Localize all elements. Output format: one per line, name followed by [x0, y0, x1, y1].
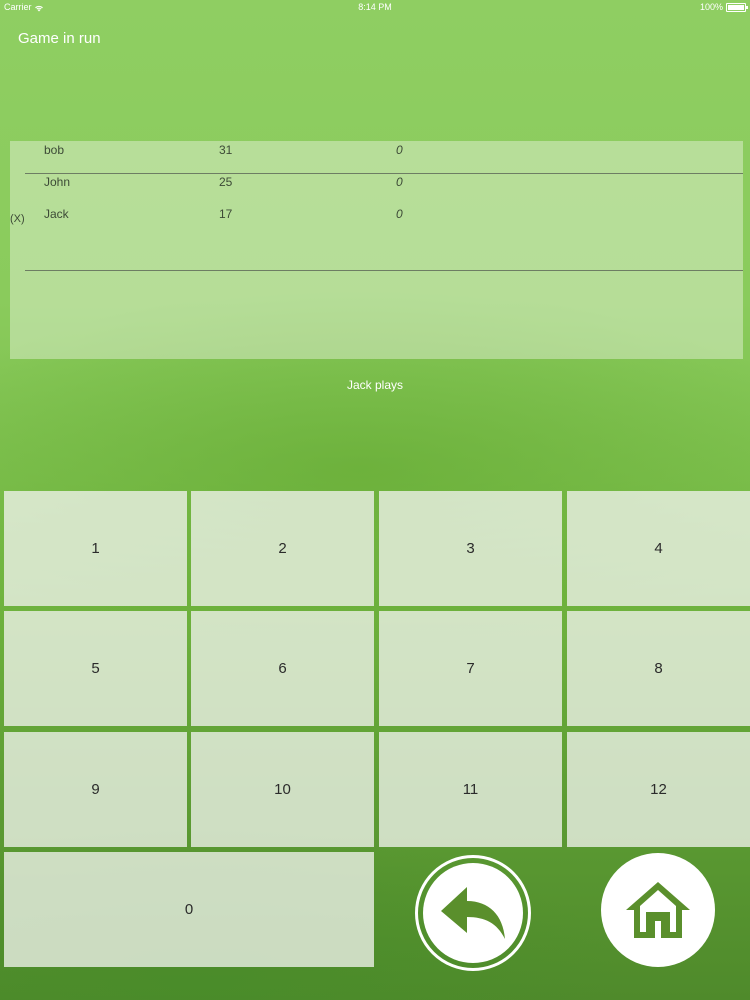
player-name: Jack [44, 207, 69, 221]
clock: 8:14 PM [358, 2, 392, 12]
battery-indicator: 100% [699, 0, 748, 14]
player-name: John [44, 175, 71, 189]
undo-arrow-icon [441, 887, 505, 939]
key-1[interactable]: 1 [4, 491, 187, 606]
current-player-marker: (X) [10, 213, 25, 225]
row-divider [25, 270, 743, 271]
player-score: 31 [219, 143, 233, 157]
key-7[interactable]: 7 [379, 611, 562, 726]
undo-button[interactable] [415, 855, 531, 971]
key-3[interactable]: 3 [379, 491, 562, 606]
key-9[interactable]: 9 [4, 732, 187, 847]
battery-fill [728, 4, 744, 10]
undo-button-face [423, 863, 523, 963]
status-bar: Carrier 8:14 PM 100% [0, 0, 750, 14]
key-4[interactable]: 4 [567, 491, 750, 606]
battery-percent: 100% [699, 2, 723, 12]
page-title: Game in run [18, 30, 101, 47]
key-6[interactable]: 6 [191, 611, 374, 726]
player-extra: 0 [396, 207, 403, 221]
player-extra: 0 [396, 175, 403, 189]
key-0[interactable]: 0 [4, 852, 374, 967]
key-10[interactable]: 10 [191, 732, 374, 847]
player-row: John 25 0 [10, 173, 743, 205]
key-5[interactable]: 5 [4, 611, 187, 726]
key-12[interactable]: 12 [567, 732, 750, 847]
player-extra: 0 [396, 143, 403, 157]
player-score: 17 [219, 207, 233, 221]
player-row: (X) Jack 17 0 [10, 205, 743, 237]
home-button[interactable] [601, 853, 715, 967]
key-11[interactable]: 11 [379, 732, 562, 847]
player-score: 25 [219, 175, 233, 189]
turn-label: Jack plays [346, 378, 404, 392]
key-8[interactable]: 8 [567, 611, 750, 726]
scoreboard: bob 31 0 John 25 0 (X) Jack 17 0 [10, 141, 743, 359]
key-2[interactable]: 2 [191, 491, 374, 606]
player-name: bob [44, 143, 65, 157]
home-icon [626, 882, 690, 938]
battery-icon [726, 2, 748, 12]
player-row: bob 31 0 [10, 141, 743, 173]
